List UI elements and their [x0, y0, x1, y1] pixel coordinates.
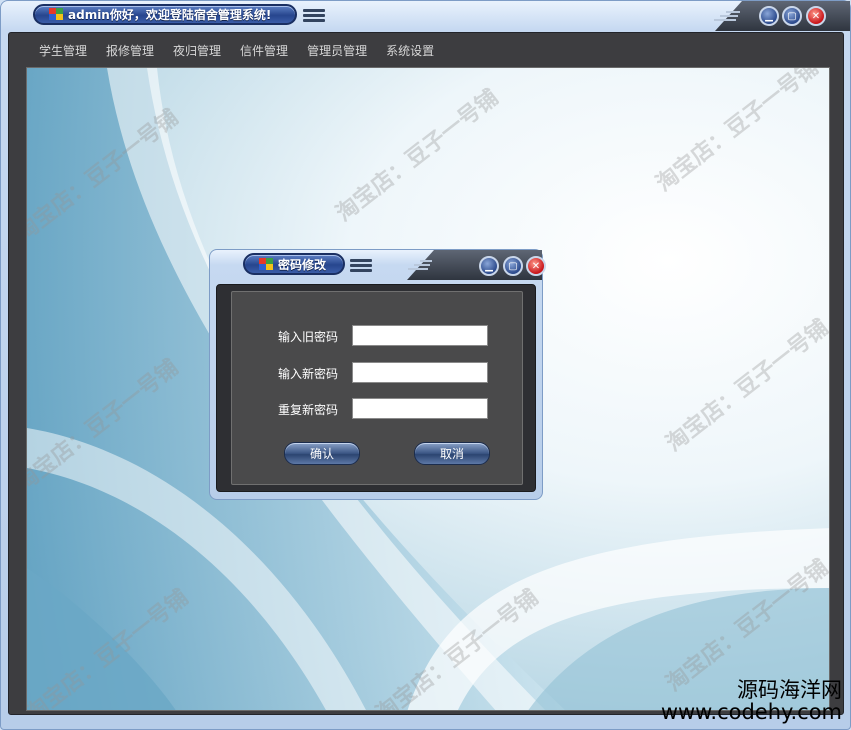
repeat-password-input[interactable] [352, 398, 488, 419]
brand-url: www.codehy.com [660, 699, 842, 724]
site-brand: 源码海洋网 www.codehy.com [661, 679, 842, 723]
password-change-dialog: 密码修改 ▁ ▢ ✕ 输入旧密码 输入新密码 重复新密码 确认 取消 [209, 249, 546, 500]
restore-icon: ▢ [508, 260, 518, 272]
menu-item-repair[interactable]: 报修管理 [106, 42, 154, 59]
menu-bar: 学生管理 报修管理 夜归管理 信件管理 管理员管理 系统设置 [9, 33, 843, 67]
dialog-minimize-button[interactable]: ▁ [479, 256, 499, 276]
close-icon: ✕ [531, 260, 541, 272]
repeat-password-row: 重复新密码 [232, 398, 522, 420]
dialog-controls-area: ▁ ▢ ✕ [392, 250, 546, 282]
confirm-button[interactable]: 确认 [284, 442, 360, 465]
dialog-form: 输入旧密码 输入新密码 重复新密码 确认 取消 [231, 291, 523, 485]
main-window: admin你好，欢迎登陆宿舍管理系统! ▁ ▢ ✕ 学生管理 报修管理 夜归管理… [0, 0, 851, 730]
dialog-menu-icon[interactable] [350, 259, 372, 273]
dialog-logo-icon [259, 257, 274, 271]
close-button[interactable]: ✕ [806, 6, 826, 26]
dialog-title: 密码修改 [278, 257, 327, 272]
old-password-input[interactable] [352, 325, 488, 346]
cancel-button[interactable]: 取消 [414, 442, 490, 465]
menu-item-admin[interactable]: 管理员管理 [307, 42, 367, 59]
app-logo-icon [49, 8, 64, 21]
minimize-icon: ▁ [765, 10, 773, 22]
brand-name: 源码海洋网 [737, 677, 842, 702]
old-password-row: 输入旧密码 [232, 325, 522, 347]
restore-icon: ▢ [787, 10, 797, 22]
dialog-body: 输入旧密码 输入新密码 重复新密码 确认 取消 [216, 284, 536, 492]
dialog-restore-button[interactable]: ▢ [503, 256, 523, 276]
close-icon: ✕ [811, 10, 821, 22]
dialog-title-pill[interactable]: 密码修改 [243, 253, 345, 275]
menu-item-settings[interactable]: 系统设置 [386, 42, 434, 59]
restore-button[interactable]: ▢ [782, 6, 802, 26]
new-password-label: 输入新密码 [277, 367, 338, 381]
system-menu-icon[interactable] [303, 9, 325, 23]
old-password-label: 输入旧密码 [277, 330, 338, 344]
repeat-password-label: 重复新密码 [277, 403, 338, 417]
new-password-input[interactable] [352, 362, 488, 383]
title-controls-area: ▁ ▢ ✕ [700, 1, 850, 31]
minimize-button[interactable]: ▁ [759, 6, 779, 26]
dialog-close-button[interactable]: ✕ [526, 256, 546, 276]
window-title: admin你好，欢迎登陆宿舍管理系统! [68, 8, 272, 22]
minimize-icon: ▁ [485, 260, 493, 272]
menu-item-mail[interactable]: 信件管理 [240, 42, 288, 59]
new-password-row: 输入新密码 [232, 362, 522, 384]
menu-item-student[interactable]: 学生管理 [39, 42, 87, 59]
window-title-pill[interactable]: admin你好，欢迎登陆宿舍管理系统! [33, 4, 297, 25]
menu-item-late-return[interactable]: 夜归管理 [173, 42, 221, 59]
